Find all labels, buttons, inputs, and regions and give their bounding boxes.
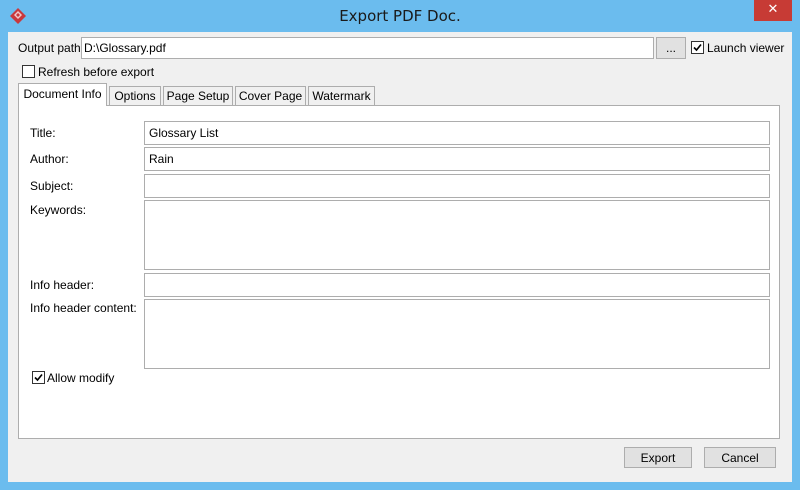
close-button[interactable]: ✕ — [754, 0, 792, 21]
tab-options[interactable]: Options — [109, 86, 161, 106]
cancel-button[interactable]: Cancel — [704, 447, 776, 468]
keywords-textarea[interactable] — [144, 200, 770, 270]
browse-button[interactable]: ... — [656, 37, 686, 59]
dialog-body: Output path: D:\Glossary.pdf ... Launch … — [8, 32, 792, 482]
checkmark-icon — [693, 43, 702, 52]
allow-modify-checkbox[interactable] — [32, 371, 45, 384]
info-header-content-textarea[interactable] — [144, 299, 770, 369]
info-header-input[interactable] — [144, 273, 770, 297]
info-header-label: Info header: — [30, 278, 95, 292]
refresh-before-export-label: Refresh before export — [38, 65, 155, 79]
title-input[interactable]: Glossary List — [144, 121, 770, 145]
close-icon: ✕ — [767, 2, 779, 17]
title-label: Title: — [30, 126, 56, 140]
checkmark-icon — [34, 373, 43, 382]
export-pdf-dialog: Export PDF Doc. ✕ Output path: D:\Glossa… — [0, 0, 800, 490]
keywords-label: Keywords: — [30, 203, 87, 217]
tab-cover-page[interactable]: Cover Page — [235, 86, 306, 106]
launch-viewer-label: Launch viewer — [707, 41, 785, 55]
window-title: Export PDF Doc. — [339, 7, 461, 25]
author-label: Author: — [30, 152, 69, 166]
tab-document-info[interactable]: Document Info — [18, 83, 107, 106]
info-header-content-label: Info header content: — [30, 301, 137, 315]
tab-watermark[interactable]: Watermark — [308, 86, 375, 106]
document-info-panel: Title: Glossary List Author: Rain Subjec… — [18, 105, 780, 439]
author-input[interactable]: Rain — [144, 147, 770, 171]
tab-page-setup[interactable]: Page Setup — [163, 86, 233, 106]
export-button[interactable]: Export — [624, 447, 692, 468]
output-path-label: Output path: — [18, 41, 85, 55]
output-path-input[interactable]: D:\Glossary.pdf — [81, 37, 654, 59]
launch-viewer-checkbox[interactable] — [691, 41, 704, 54]
allow-modify-label: Allow modify — [47, 371, 115, 385]
refresh-before-export-checkbox[interactable] — [22, 65, 35, 78]
subject-input[interactable] — [144, 174, 770, 198]
title-bar[interactable]: Export PDF Doc. ✕ — [0, 0, 800, 32]
subject-label: Subject: — [30, 179, 74, 193]
